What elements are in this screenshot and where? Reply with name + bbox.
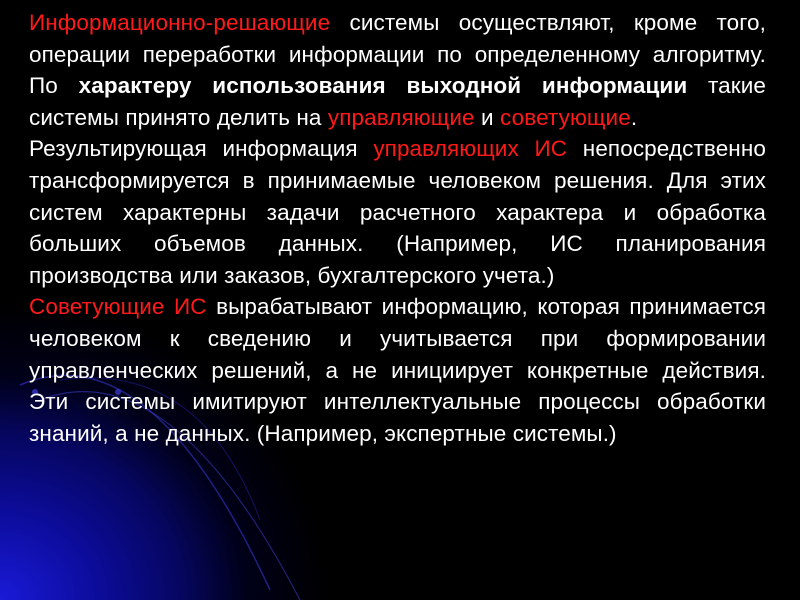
paragraph-control-systems: Результирующая информация управляющих ИС… <box>29 133 766 291</box>
highlighted-term: управляющих ИС <box>373 136 568 162</box>
highlighted-term: управляющие <box>327 104 475 130</box>
highlighted-term: Информационно-решающие <box>29 10 331 35</box>
body-text: и <box>474 104 501 130</box>
body-text: Результирующая информация <box>29 136 374 162</box>
body-text: . <box>630 104 638 130</box>
slide-body-text: Информационно-решающие системы осуществл… <box>29 7 766 449</box>
bold-phrase: характеру использования выходной информа… <box>78 73 688 99</box>
highlighted-term: советующие <box>500 104 631 130</box>
paragraph-advisory-systems: Советующие ИС вырабатывают информацию, к… <box>29 291 766 449</box>
paragraph-information-decision-systems: Информационно-решающие системы осуществл… <box>29 7 766 133</box>
highlighted-term: Советующие ИС <box>29 294 207 320</box>
slide: Информационно-решающие системы осуществл… <box>0 0 800 600</box>
